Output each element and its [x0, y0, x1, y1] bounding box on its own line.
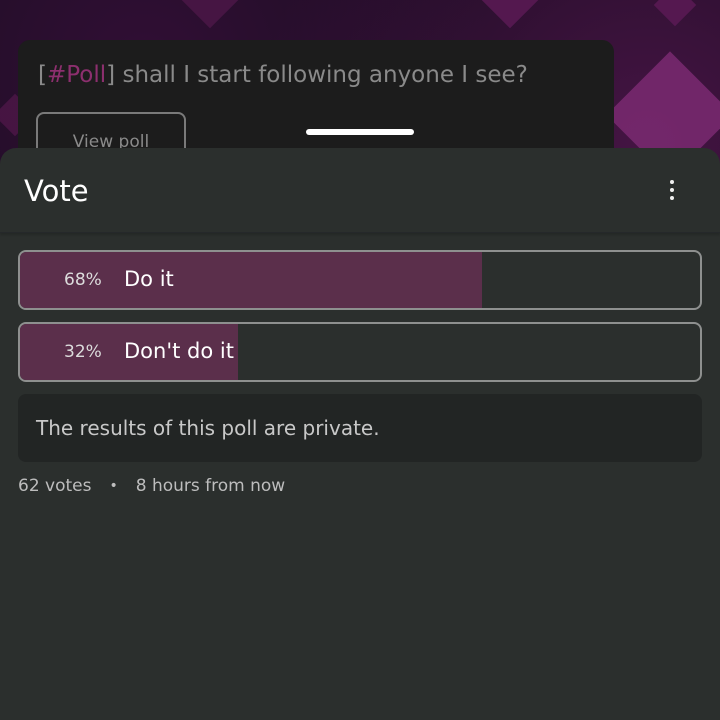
option-percent: 32%: [64, 342, 102, 362]
post-tag-bracket-open: [: [38, 62, 47, 88]
meta-separator: •: [109, 478, 118, 494]
decorative-diamond: [653, 0, 697, 27]
poll-option-dont-do-it[interactable]: 32% Don't do it: [18, 322, 702, 382]
poll-hashtag[interactable]: #Poll: [47, 62, 106, 88]
sheet-title: Vote: [24, 174, 89, 208]
private-results-notice: The results of this poll are private.: [18, 394, 702, 462]
post-title: [#Poll] shall I start following anyone I…: [38, 62, 528, 88]
sheet-drag-handle[interactable]: [306, 129, 414, 135]
poll-end-time: 8 hours from now: [135, 476, 286, 496]
option-percent: 68%: [64, 270, 102, 290]
option-label: Don't do it: [124, 339, 234, 363]
decorative-diamond: [181, 0, 239, 29]
option-label: Do it: [124, 267, 174, 291]
decorative-diamond: [481, 0, 539, 29]
poll-option-do-it[interactable]: 68% Do it: [18, 250, 702, 310]
more-vert-icon[interactable]: [660, 178, 684, 202]
sheet-header: Vote: [0, 148, 720, 233]
post-title-text: shall I start following anyone I see?: [115, 62, 528, 88]
private-notice-text: The results of this poll are private.: [36, 416, 380, 440]
poll-meta: 62 votes • 8 hours from now: [18, 476, 285, 496]
vote-count: 62 votes: [18, 476, 92, 496]
vote-bottom-sheet: Vote 68% Do it 32% Don't do it The resul…: [0, 148, 720, 720]
post-tag-bracket-close: ]: [106, 62, 116, 88]
